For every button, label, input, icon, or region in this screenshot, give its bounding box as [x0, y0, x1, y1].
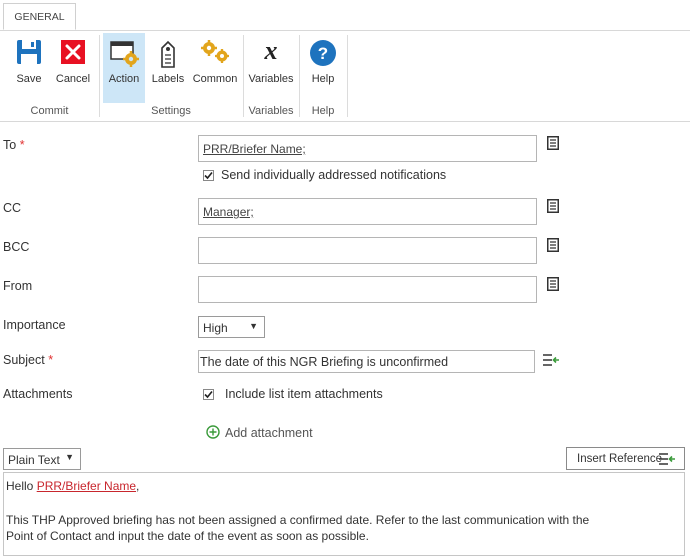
group-label-help: Help: [311, 105, 335, 117]
tag-icon: [158, 39, 178, 72]
help-icon: ?: [309, 39, 337, 70]
chevron-down-icon: ▼: [249, 321, 258, 331]
attachments-label: Attachments: [3, 387, 73, 401]
address-book-icon[interactable]: [547, 277, 559, 294]
insert-reference-icon[interactable]: [542, 353, 560, 370]
variable-x-icon: x: [257, 36, 285, 68]
svg-text:x: x: [264, 37, 278, 65]
to-field[interactable]: PRR/Briefer Name;: [198, 135, 537, 162]
add-attachment-label: Add attachment: [225, 426, 313, 440]
from-label: From: [3, 279, 33, 293]
body-line: This THP Approved briefing has not been …: [6, 513, 590, 527]
to-label: To *: [3, 138, 25, 152]
send-individually-label: Send individually addressed notification…: [221, 168, 447, 182]
cancel-button[interactable]: Cancel: [53, 33, 93, 103]
subject-value: The date of this NGR Briefing is unconfi…: [200, 355, 449, 369]
format-value: Plain Text: [8, 453, 60, 467]
variables-label: Variables: [248, 73, 294, 85]
importance-select[interactable]: High ▼: [198, 316, 265, 338]
required-marker: *: [19, 138, 25, 152]
message-body-editor[interactable]: Hello PRR/Briefer Name, This THP Approve…: [3, 472, 685, 556]
tab-general[interactable]: GENERAL: [3, 3, 76, 30]
insert-reference-icon: [658, 452, 676, 469]
subject-field[interactable]: The date of this NGR Briefing is unconfi…: [198, 350, 535, 373]
to-recipient-token[interactable]: PRR/Briefer Name;: [203, 142, 306, 156]
importance-label: Importance: [3, 318, 66, 332]
required-marker: *: [48, 353, 54, 367]
group-divider: [347, 35, 348, 117]
save-icon: [16, 39, 42, 68]
group-label-variables: Variables: [248, 105, 294, 117]
body-greeting: Hello PRR/Briefer Name,: [6, 479, 140, 493]
labels-button[interactable]: Labels: [149, 33, 187, 103]
save-label: Save: [16, 73, 42, 85]
send-individually-checkbox[interactable]: [203, 170, 214, 181]
common-label: Common: [192, 73, 238, 85]
save-button[interactable]: Save: [11, 33, 47, 103]
include-attachments-label: Include list item attachments: [225, 387, 383, 401]
cc-label: CC: [3, 201, 22, 215]
include-attachments-checkbox[interactable]: [203, 389, 214, 400]
address-book-icon[interactable]: [547, 136, 559, 153]
bcc-label: BCC: [3, 240, 30, 254]
action-label: Action: [108, 73, 140, 85]
tab-strip: GENERAL: [0, 0, 690, 31]
bcc-field[interactable]: [198, 237, 537, 264]
gears-icon: [199, 39, 231, 68]
insert-reference-button[interactable]: Insert Reference: [566, 447, 685, 470]
subject-label: Subject *: [3, 353, 54, 367]
address-book-icon[interactable]: [547, 199, 559, 216]
cc-field[interactable]: Manager;: [198, 198, 537, 225]
chevron-down-icon: ▼: [65, 452, 74, 462]
close-icon: [60, 39, 86, 68]
insert-reference-label: Insert Reference: [577, 453, 663, 465]
group-label-settings: Settings: [151, 105, 191, 117]
common-button[interactable]: Common: [191, 33, 239, 103]
body-line: Point of Contact and input the date of t…: [6, 529, 369, 543]
importance-value: High: [203, 321, 228, 335]
ribbon: Save Cancel Commit Action Labels Common …: [0, 31, 690, 122]
group-label-commit: Commit: [30, 105, 69, 117]
help-button[interactable]: ? Help: [303, 33, 343, 103]
help-label: Help: [311, 73, 335, 85]
plus-circle-icon: [206, 425, 220, 442]
briefer-name-reference-link[interactable]: PRR/Briefer Name: [37, 479, 136, 493]
format-select[interactable]: Plain Text ▼: [3, 448, 81, 470]
address-book-icon[interactable]: [547, 238, 559, 255]
from-field[interactable]: [198, 276, 537, 303]
cc-recipient-token[interactable]: Manager;: [203, 205, 254, 219]
action-button[interactable]: Action: [103, 33, 145, 103]
action-settings-icon: [109, 39, 139, 70]
svg-text:?: ?: [318, 44, 328, 63]
cancel-label: Cancel: [55, 73, 91, 85]
variables-button[interactable]: x Variables: [247, 33, 295, 103]
labels-label: Labels: [151, 73, 185, 85]
